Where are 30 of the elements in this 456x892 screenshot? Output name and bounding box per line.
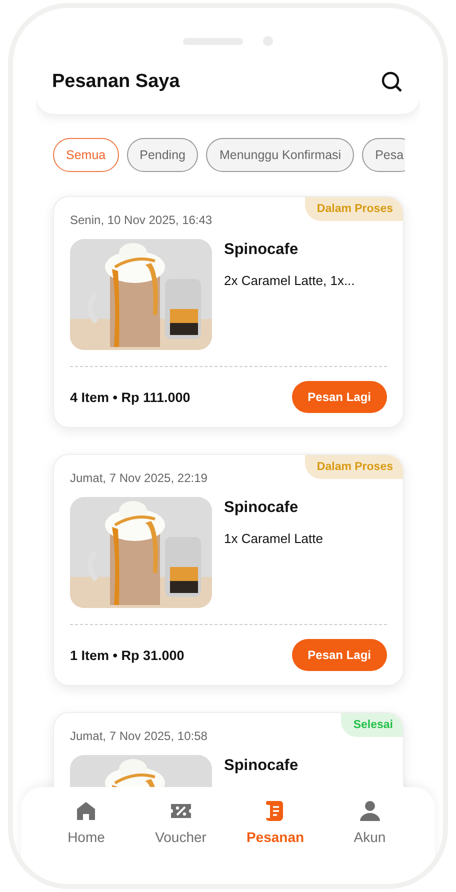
store-name: Spinocafe [224, 499, 300, 517]
filter-chip[interactable]: Menunggu Konfirmasi [206, 138, 354, 172]
filter-chip[interactable]: Semua [53, 138, 119, 172]
store-name: Spinocafe [224, 241, 300, 259]
status-badge: Dalam Proses [304, 197, 403, 221]
status-badge: Selesai [341, 713, 403, 737]
nav-tab[interactable]: Voucher [140, 799, 221, 845]
order-summary: 1 Item • Rp 31.000 [70, 648, 184, 662]
order-items: 1x Caramel Latte [224, 531, 323, 546]
nav-tab[interactable]: Pesanan [235, 799, 316, 845]
reorder-button[interactable]: Pesan Lagi [292, 381, 387, 413]
page-title: Pesanan Saya [52, 71, 180, 93]
filter-chip[interactable]: Pesa [362, 138, 405, 172]
filter-chip[interactable]: Pending [126, 138, 198, 172]
order-items: 2x Caramel Latte, 1x... [224, 273, 355, 288]
order-card[interactable]: Dalam Proses Jumat, 7 Nov 2025, 22:19 Spinocafe 1x Caramel Latte 1 Item • Rp 31.000 Pesan Lagi [53, 454, 404, 686]
reorder-button[interactable]: Pesan Lagi [292, 639, 387, 671]
order-summary: 4 Item • Rp 111.000 [70, 390, 190, 404]
nav-tab[interactable]: Home [46, 799, 126, 845]
order-date: Jumat, 7 Nov 2025, 10:58 [70, 729, 208, 743]
order-date: Jumat, 7 Nov 2025, 22:19 [70, 471, 208, 485]
search-button[interactable] [380, 70, 404, 94]
user-icon [358, 799, 382, 823]
order-date: Senin, 10 Nov 2025, 16:43 [70, 213, 214, 227]
store-name: Spinocafe [224, 757, 298, 775]
status-badge: Dalam Proses [304, 455, 403, 479]
order-card[interactable]: Selesai Jumat, 7 Nov 2025, 10:58 Spinocafe [53, 712, 404, 787]
search-icon [380, 70, 404, 94]
nav-tab[interactable]: Akun [330, 799, 410, 845]
order-card[interactable]: Dalam Proses Senin, 10 Nov 2025, 16:43 Spinocafe 2x Caramel Latte, 1x... 4 Item • Rp 111.000 Pesan Lagi [53, 196, 404, 428]
